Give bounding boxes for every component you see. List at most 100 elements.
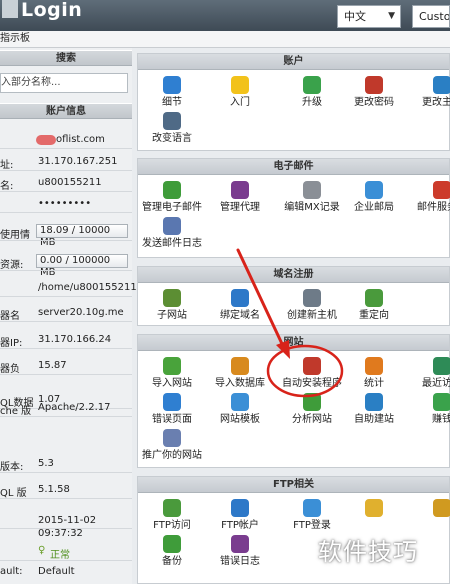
panel-item[interactable] <box>340 499 408 520</box>
panel-item[interactable]: 更改密码 <box>340 76 408 108</box>
info-key: 器IP: <box>0 338 23 349</box>
panel-item-label: 创建新主机 <box>287 310 337 321</box>
panel-item[interactable]: 邮件服务器 <box>408 181 450 213</box>
panel-item-label: FTP登录 <box>293 520 331 531</box>
upgrade-icon <box>303 76 321 94</box>
search-input[interactable]: 入部分名称... <box>0 73 128 93</box>
mail-log-icon <box>163 217 181 235</box>
left-sidebar: 搜索 入部分名称... 账户信息 oflist.com 址: 31.170.167.… <box>0 48 137 584</box>
info-key: che 版 <box>0 406 32 417</box>
panel-item-label: 管理电子邮件 <box>142 202 202 213</box>
new-host-icon <box>303 289 321 307</box>
panel-item[interactable]: 自助建站 <box>340 393 408 425</box>
info-value: 2015-11-02 09:37:32 <box>38 515 97 539</box>
panel-item[interactable]: 错误日志 <box>206 535 274 567</box>
panel-item[interactable]: 导入网站 <box>138 357 206 389</box>
info-value: 5.3 <box>38 458 54 469</box>
panel-title: 电子邮件 <box>138 159 449 175</box>
panel-item[interactable]: FTP登录 <box>278 499 346 531</box>
panel-item-label: 推广你的网站 <box>142 450 202 461</box>
panel-item[interactable]: 错误页面 <box>138 393 206 425</box>
row-divider <box>0 148 132 149</box>
redacted-mark <box>36 135 56 145</box>
panel-item-label: 编辑MX记录 <box>284 202 340 213</box>
money-icon <box>433 393 450 411</box>
panel-item[interactable]: 导入数据库 <box>206 357 274 389</box>
panel-item[interactable]: 发送邮件日志 <box>138 217 206 249</box>
breadcrumb: 指示板 <box>0 31 450 48</box>
language-select[interactable]: 中文 ▼ <box>337 5 401 28</box>
panel-item[interactable]: 统计 <box>340 357 408 389</box>
panel-item[interactable]: 分析网站 <box>278 393 346 425</box>
panel-item[interactable]: 网站模板 <box>206 393 274 425</box>
panel-item-label: 自助建站 <box>354 414 394 425</box>
info-key: ault: <box>0 566 23 577</box>
info-key: QL 版 <box>0 488 27 499</box>
panel-item-label: 绑定域名 <box>220 310 260 321</box>
panel-item[interactable]: 编辑MX记录 <box>278 181 346 213</box>
row-divider <box>0 560 132 561</box>
panel-item[interactable]: 改变语言 <box>138 112 206 144</box>
backup-icon <box>163 535 181 553</box>
panel-item[interactable]: 绑定域名 <box>206 289 274 321</box>
info-value: 正常 <box>50 550 70 561</box>
panel-item[interactable]: 升级 <box>278 76 346 108</box>
panel-item-label: 企业邮局 <box>354 202 394 213</box>
info-value: 18.09 / 10000 MB <box>40 225 111 248</box>
search-placeholder: 入部分名称... <box>1 77 61 88</box>
database-icon <box>231 357 249 375</box>
panel-item[interactable]: 备份 <box>138 535 206 567</box>
info-value: Apache/2.2.17 <box>38 402 111 413</box>
panel-1: 电子邮件管理电子邮件 管理代理 编辑MX记录 企业邮局 邮件服务器发送邮件日志 <box>137 158 450 258</box>
panel-item[interactable]: FTP帐户 <box>206 499 274 531</box>
panel-item[interactable]: 自动安装程序 <box>278 357 346 389</box>
row-divider <box>0 212 132 213</box>
panel-item-label: 导入数据库 <box>215 378 265 389</box>
agent-icon <box>231 181 249 199</box>
panel-item[interactable]: 管理代理 <box>206 181 274 213</box>
row-divider <box>0 170 132 171</box>
row-divider <box>0 240 132 241</box>
site-builder-icon <box>365 393 383 411</box>
info-value: 15.87 <box>38 360 67 371</box>
top-bar: Login 中文 ▼ Custom <box>0 0 450 31</box>
panel-item[interactable]: 最近访问 <box>408 357 450 389</box>
panel-item[interactable]: 入门 <box>206 76 274 108</box>
panel-item[interactable]: 细节 <box>138 76 206 108</box>
info-value: Default <box>38 566 75 577</box>
panel-item[interactable]: 推广你的网站 <box>138 429 206 461</box>
panel-item[interactable]: 重定向 <box>340 289 408 321</box>
panel-item-label: 错误页面 <box>152 414 192 425</box>
watermark: 软件技巧 <box>318 538 418 566</box>
row-divider <box>0 348 132 349</box>
folder-icon <box>433 499 450 517</box>
panel-item[interactable]: 更改主页 <box>408 76 450 108</box>
breadcrumb-dashboard[interactable]: 指示板 <box>0 33 30 44</box>
templates-icon <box>231 393 249 411</box>
panel-item-label: 最近访问 <box>422 378 450 389</box>
panel-item[interactable] <box>408 499 450 520</box>
panel-item[interactable]: 赚钱 <box>408 393 450 425</box>
error-page-icon <box>163 393 181 411</box>
panel-3: 网站导入网站 导入数据库 自动安装程序 统计 最近访问错误页面 网站模板 分析网站 自助建站 赚… <box>137 334 450 468</box>
info-key: 版本: <box>0 462 24 473</box>
mx-icon <box>303 181 321 199</box>
panel-item[interactable]: 管理电子邮件 <box>138 181 206 213</box>
panel-item-label: 细节 <box>162 97 182 108</box>
row-divider <box>0 321 132 322</box>
panel-item[interactable]: 创建新主机 <box>278 289 346 321</box>
panel-item[interactable]: FTP访问 <box>138 499 206 531</box>
search-header: 搜索 <box>0 50 132 66</box>
ftp-login-icon <box>303 499 321 517</box>
panel-item[interactable]: 子网站 <box>138 289 206 321</box>
panel-item-label: 备份 <box>162 556 182 567</box>
panel-0: 账户细节 入门 升级 更改密码 更改主页改变语言 <box>137 53 450 151</box>
custom-select[interactable]: Custom <box>412 5 450 28</box>
panel-item[interactable]: 企业邮局 <box>340 181 408 213</box>
auto-installer-icon <box>303 357 321 375</box>
panel-item-label: 更改密码 <box>354 97 394 108</box>
panel-item-label: 管理代理 <box>220 202 260 213</box>
refresh-icon <box>433 76 450 94</box>
row-divider <box>0 374 132 375</box>
panel-item-label: 自动安装程序 <box>282 378 342 389</box>
